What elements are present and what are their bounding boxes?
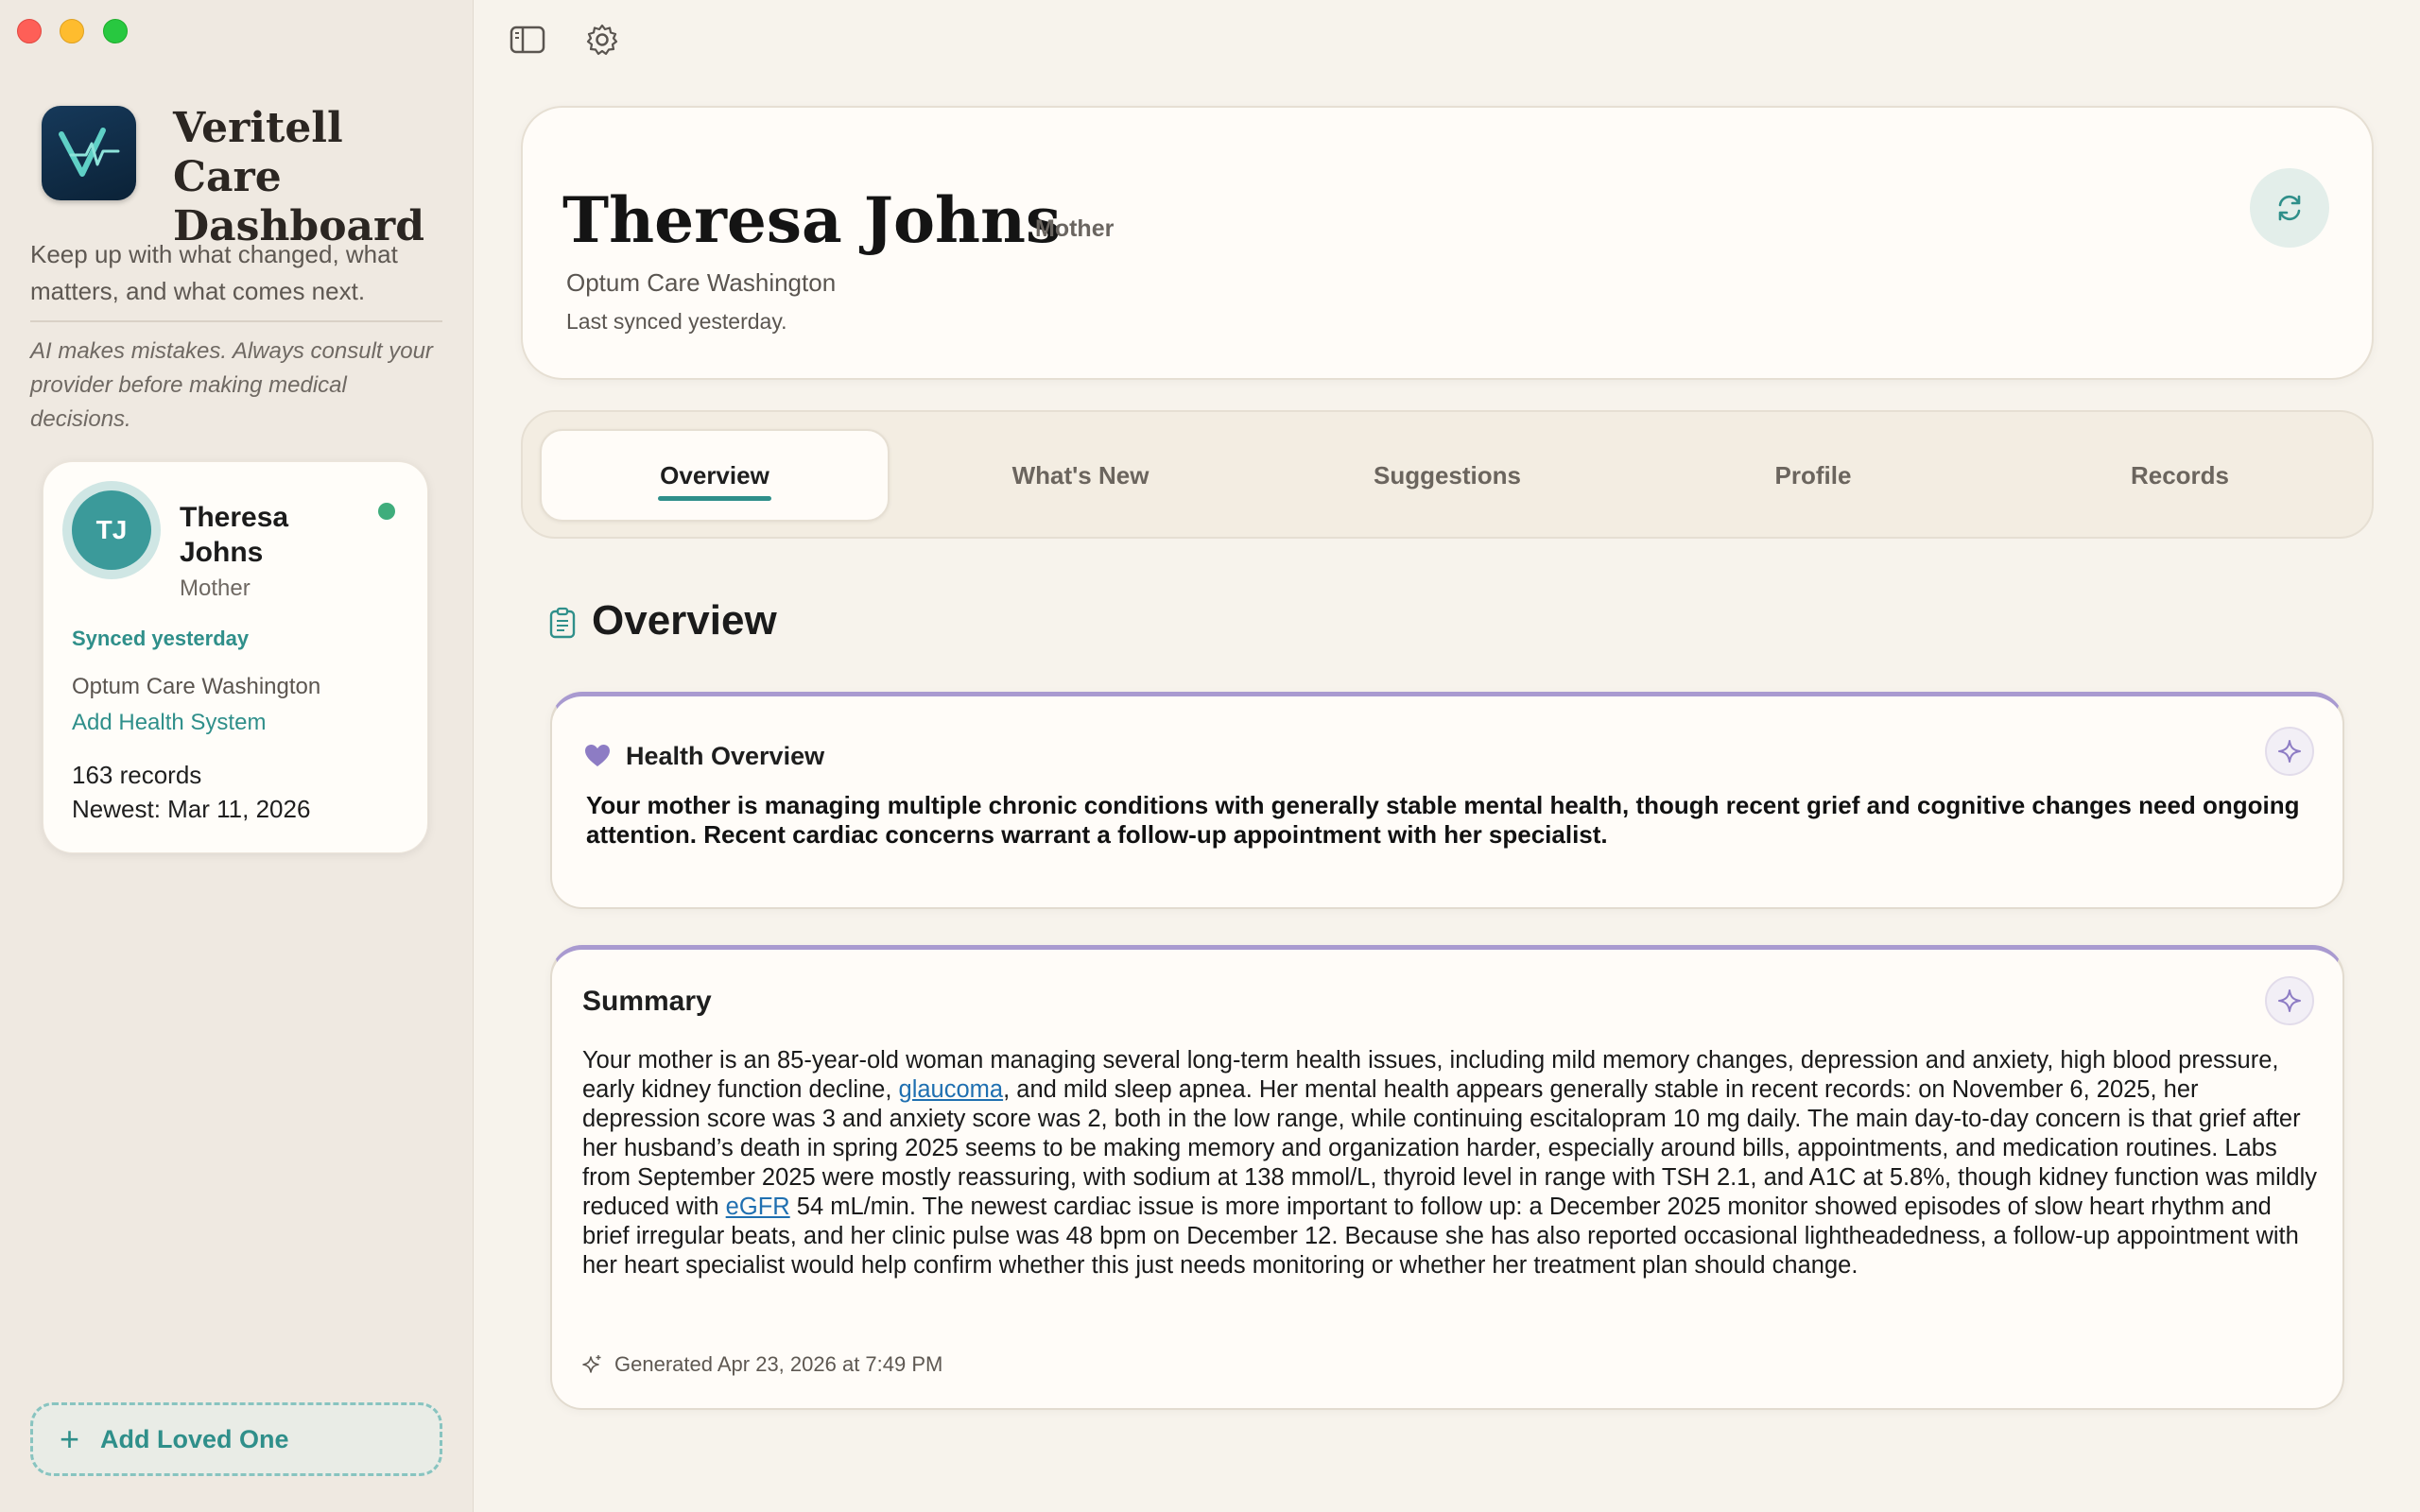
tab-profile[interactable]: Profile	[1638, 429, 1988, 522]
sidebar-divider	[30, 320, 442, 322]
refresh-icon	[2278, 195, 2301, 221]
app-logo	[42, 106, 136, 200]
tab-records[interactable]: Records	[2005, 429, 2355, 522]
heart-icon	[585, 745, 610, 766]
ai-disclaimer: AI makes mistakes. Always consult your p…	[30, 338, 433, 432]
tab-suggestions-label: Suggestions	[1373, 460, 1521, 490]
clipboard-icon	[549, 607, 576, 639]
add-health-system-link[interactable]: Add Health System	[72, 710, 266, 736]
health-overview-card: Health Overview Your mother is managing …	[550, 692, 2344, 909]
health-overview-text: Your mother is managing multiple chronic…	[586, 791, 2300, 849]
avatar-initials: TJ	[72, 490, 151, 570]
glaucoma-link[interactable]: glaucoma	[899, 1076, 1004, 1103]
app-title: Veritell Care Dashboard	[173, 104, 424, 250]
patient-header-card: Theresa Johns Mother Optum Care Washingt…	[521, 106, 2374, 380]
generated-timestamp: Generated Apr 23, 2026 at 7:49 PM	[582, 1352, 942, 1377]
ai-regenerate-summary-button[interactable]	[2265, 976, 2314, 1025]
sidebar: Veritell Care Dashboard Keep up with wha…	[0, 0, 474, 1512]
tab-whats-new-label: What's New	[1011, 460, 1150, 490]
gear-icon[interactable]	[581, 19, 623, 60]
patient-relation: Mother	[1035, 215, 1115, 242]
egfr-link[interactable]: eGFR	[726, 1194, 790, 1220]
avatar: TJ	[62, 481, 161, 579]
tab-records-label: Records	[2130, 460, 2230, 490]
health-overview-title: Health Overview	[626, 742, 825, 770]
summary-card: Summary Your mother is an 85-year-old wo…	[550, 945, 2344, 1410]
patient-card-relation: Mother	[180, 576, 251, 601]
app-tagline: Keep up with what changed, what matters,…	[30, 240, 398, 305]
refresh-sync-button[interactable]	[2250, 168, 2329, 248]
summary-text: Your mother is an 85-year-old woman mana…	[582, 1046, 2322, 1280]
sparkle-icon	[2278, 989, 2301, 1012]
zoom-window-button[interactable]	[103, 19, 128, 43]
patient-card-name: Theresa Johns	[180, 502, 289, 568]
add-loved-one-label: Add Loved One	[100, 1424, 289, 1453]
tab-bar: Overview What's New Suggestions Profile …	[521, 410, 2374, 539]
tab-suggestions[interactable]: Suggestions	[1272, 429, 1622, 522]
tab-whats-new[interactable]: What's New	[906, 429, 1255, 522]
last-synced-text: Last synced yesterday.	[566, 309, 787, 334]
add-loved-one-button[interactable]: + Add Loved One	[30, 1402, 442, 1476]
online-status-dot	[378, 503, 395, 520]
patient-card[interactable]: TJ Theresa Johns Mother Synced yesterday…	[43, 461, 428, 853]
sidebar-toggle-icon[interactable]	[507, 19, 548, 60]
newest-record-date: Newest: Mar 11, 2026	[72, 795, 311, 823]
tab-overview[interactable]: Overview	[540, 429, 890, 522]
sparkle-icon	[2278, 740, 2301, 763]
patient-health-system: Optum Care Washington	[566, 268, 837, 297]
records-count: 163 records	[72, 761, 202, 789]
active-tab-indicator	[658, 496, 771, 501]
patient-name: Theresa Johns	[562, 183, 1062, 257]
section-title: Overview	[592, 597, 777, 644]
heartbeat-v-icon	[59, 128, 120, 177]
minimize-window-button[interactable]	[60, 19, 84, 43]
sparkle-small-icon	[582, 1355, 601, 1373]
plus-icon: +	[60, 1419, 80, 1458]
close-window-button[interactable]	[17, 19, 42, 43]
health-system-name: Optum Care Washington	[72, 674, 321, 699]
tab-overview-label: Overview	[660, 460, 769, 490]
ai-regenerate-button[interactable]	[2265, 727, 2314, 776]
summary-title: Summary	[582, 986, 712, 1017]
sync-status: Synced yesterday	[72, 627, 250, 650]
summary-text-part: 54 mL/min. The newest cardiac issue is m…	[582, 1194, 2299, 1279]
generated-text: Generated Apr 23, 2026 at 7:49 PM	[614, 1352, 943, 1376]
tab-profile-label: Profile	[1774, 460, 1852, 490]
